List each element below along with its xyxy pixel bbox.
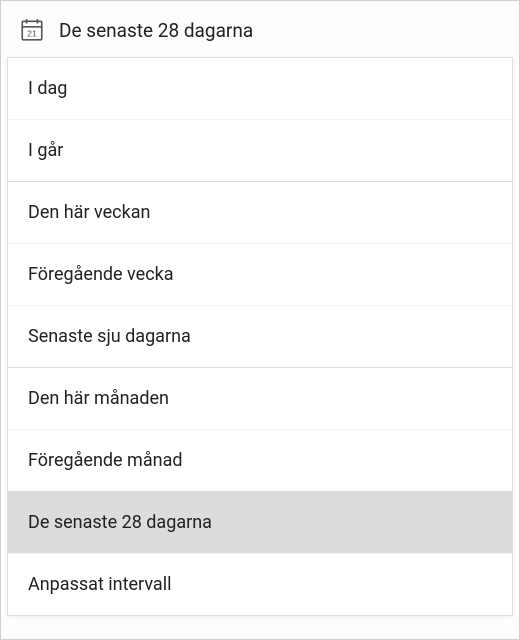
- date-range-option[interactable]: I dag: [8, 58, 512, 120]
- date-range-dropdown: I dag I går Den här veckan Föregående vecka…: [7, 57, 513, 616]
- date-range-option[interactable]: Den här veckan: [8, 182, 512, 244]
- option-label: De senaste 28 dagarna: [28, 512, 212, 533]
- option-label: Anpassat intervall: [28, 574, 171, 595]
- option-label: Den här månaden: [28, 388, 169, 409]
- date-range-option[interactable]: Anpassat intervall: [8, 554, 512, 615]
- calendar-icon: 21: [19, 17, 45, 43]
- option-label: Föregående månad: [28, 450, 183, 471]
- date-range-option[interactable]: Föregående månad: [8, 430, 512, 492]
- calendar-day-text: 21: [27, 29, 37, 39]
- option-label: Senaste sju dagarna: [28, 326, 191, 347]
- option-label: Den här veckan: [28, 202, 150, 223]
- option-label: Föregående vecka: [28, 264, 174, 285]
- header[interactable]: 21 De senaste 28 dagarna: [1, 1, 519, 57]
- date-range-option[interactable]: I går: [8, 120, 512, 182]
- date-range-option[interactable]: Föregående vecka: [8, 244, 512, 306]
- date-range-picker: 21 De senaste 28 dagarna I dag I går Den h…: [0, 0, 520, 640]
- selected-range-label: De senaste 28 dagarna: [59, 19, 253, 42]
- option-label: I dag: [28, 78, 67, 99]
- option-label: I går: [28, 140, 63, 161]
- date-range-option[interactable]: Senaste sju dagarna: [8, 306, 512, 368]
- date-range-option[interactable]: Den här månaden: [8, 368, 512, 430]
- date-range-option[interactable]: De senaste 28 dagarna: [8, 492, 512, 554]
